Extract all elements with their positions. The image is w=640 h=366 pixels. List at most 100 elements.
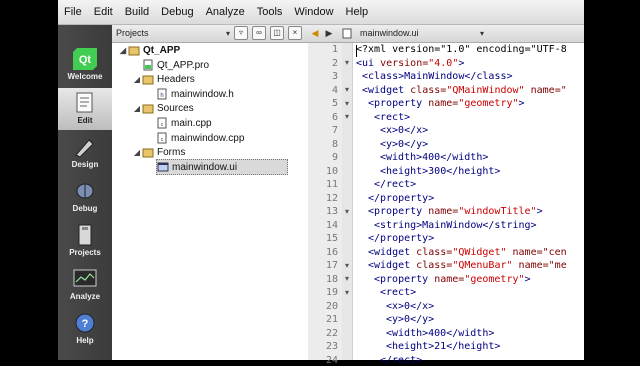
line-number: 23 [325,341,338,352]
menu-window[interactable]: Window [288,0,339,24]
menu-file[interactable]: File [58,0,88,24]
xml-attr: name= [422,98,459,109]
code-line[interactable]: <widget class="QMainWindow" name=" [356,85,567,96]
mode-welcome[interactable]: Qt Welcome [58,44,112,86]
xml-value: "QMenuBar" [452,260,513,271]
code-line[interactable]: <widget class="QMenuBar" name="me [356,260,567,271]
folder-icon [142,148,154,158]
open-document-selector[interactable]: mainwindow.ui [360,28,480,38]
menu-tools[interactable]: Tools [251,0,289,24]
mode-analyze[interactable]: Analyze [58,264,112,306]
analyze-monitor-icon [73,269,97,287]
line-number: 16 [325,246,338,258]
tree-item-pro-file[interactable]: Qt_APP.pro [142,58,209,72]
line-number: 20 [325,300,338,312]
tree-label: Qt_APP.pro [157,59,210,71]
line-number: 1 [331,44,338,55]
code-line[interactable]: <x>0</x> [356,301,434,312]
code-text: <rect> [380,287,417,298]
xml-tag: > [458,57,465,69]
expand-arrow-icon[interactable]: ◢ [118,46,128,55]
xml-value: "QMainWindow" [446,84,525,96]
code-line[interactable]: <width>400</width> [356,328,494,339]
link-icon[interactable]: ∞ [252,26,267,40]
back-arrow-icon[interactable]: ◀ [308,28,322,39]
mode-projects[interactable]: Projects [58,220,112,262]
code-line[interactable]: </rect> [356,355,422,366]
chevron-down-icon[interactable]: ▾ [226,29,230,38]
menu-build[interactable]: Build [119,0,155,24]
code-line[interactable]: <?xml version="1.0" encoding="UTF-8 [356,44,567,55]
code-line[interactable]: <y>0</y> [356,139,428,150]
line-number: 11 [325,179,338,190]
xml-value: "geometry" [464,273,525,285]
menu-edit[interactable]: Edit [88,0,119,24]
fold-marker-icon[interactable]: ▾ [343,85,351,94]
tree-label: mainwindow.h [171,88,234,100]
header-file-icon: h [157,88,167,100]
expand-arrow-icon[interactable]: ◢ [132,75,142,84]
code-line[interactable]: <y>0</y> [356,314,434,325]
filter-icon[interactable]: ▿ [234,26,249,40]
close-icon[interactable]: × [288,26,303,40]
menu-help[interactable]: Help [340,0,375,24]
xml-attr: class= [404,84,447,96]
projects-view-selector[interactable]: Projects [116,28,226,38]
menu-debug[interactable]: Debug [155,0,199,24]
mode-debug[interactable]: Debug [58,176,112,218]
split-icon[interactable]: ◫ [270,26,285,40]
code-text: <?xml version="1.0" encoding="UTF-8 [356,44,567,55]
tree-item-qt-app[interactable]: ◢ Qt_APP [118,43,180,57]
code-text: <y>0</y> [386,314,435,325]
forward-arrow-icon[interactable]: ▶ [322,28,336,39]
line-number: 10 [325,165,338,177]
fold-marker-icon[interactable]: ▾ [343,58,351,67]
xml-value: "windowTitle" [458,206,537,217]
fold-marker-icon[interactable]: ▾ [343,274,351,283]
folder-icon [142,104,154,114]
code-line[interactable]: <height>21</height> [356,341,500,352]
chevron-down-icon[interactable]: ▾ [480,29,484,38]
fold-marker-icon[interactable]: ▾ [343,112,351,121]
code-line[interactable]: <width>400</width> [356,152,488,163]
code-line[interactable]: </property> [356,193,434,204]
code-text: </rect> [374,179,417,190]
tree-item-mainwindow-ui[interactable]: mainwindow.ui [156,159,288,175]
fold-marker-icon[interactable]: ▾ [343,261,351,270]
code-line[interactable]: <x>0</x> [356,125,428,136]
code-line[interactable]: <property name="geometry"> [356,98,525,109]
expand-arrow-icon[interactable]: ◢ [132,104,142,113]
code-line[interactable]: <property name="geometry"> [356,274,531,285]
code-line[interactable]: <class>MainWindow</class> [356,71,513,82]
code-line[interactable]: <widget class="QWidget" name="cen [356,247,567,258]
fold-marker-icon[interactable]: ▾ [343,207,351,216]
mode-edit[interactable]: Edit [58,88,112,130]
cpp-file-icon: c [157,132,167,144]
qt-logo-icon: Qt [73,48,97,70]
xml-tag: <widget [368,260,411,271]
code-line[interactable]: <rect> [356,112,410,123]
code-line[interactable]: </property> [356,233,434,244]
fold-marker-icon[interactable]: ▾ [343,288,351,297]
code-line[interactable]: <rect> [356,287,416,298]
mode-help-label: Help [76,336,94,345]
tree-item-mainwindow-h[interactable]: h mainwindow.h [156,87,234,101]
code-line[interactable]: <string>MainWindow</string> [356,220,537,231]
tree-item-sources[interactable]: ◢ Sources [132,101,194,115]
xml-tag: <widget [362,84,405,96]
menu-analyze[interactable]: Analyze [200,0,251,24]
code-line[interactable]: <property name="windowTitle"> [356,206,543,217]
fold-marker-icon[interactable]: ▾ [343,99,351,108]
tree-item-headers[interactable]: ◢ Headers [132,72,195,86]
tree-item-main-cpp[interactable]: c main.cpp [156,116,212,130]
tree-item-mainwindow-cpp[interactable]: c mainwindow.cpp [156,131,244,145]
mode-design[interactable]: Design [58,132,112,174]
code-line[interactable]: <ui version="4.0"> [356,58,464,69]
expand-arrow-icon[interactable]: ◢ [132,148,142,157]
code-line[interactable]: <height>300</height> [356,166,500,177]
code-line[interactable]: </rect> [356,179,416,190]
line-number: 8 [331,138,338,150]
tree-item-forms[interactable]: ◢ Forms [132,145,185,159]
mode-help[interactable]: ? Help [58,308,112,350]
line-number: 6 [331,111,338,123]
